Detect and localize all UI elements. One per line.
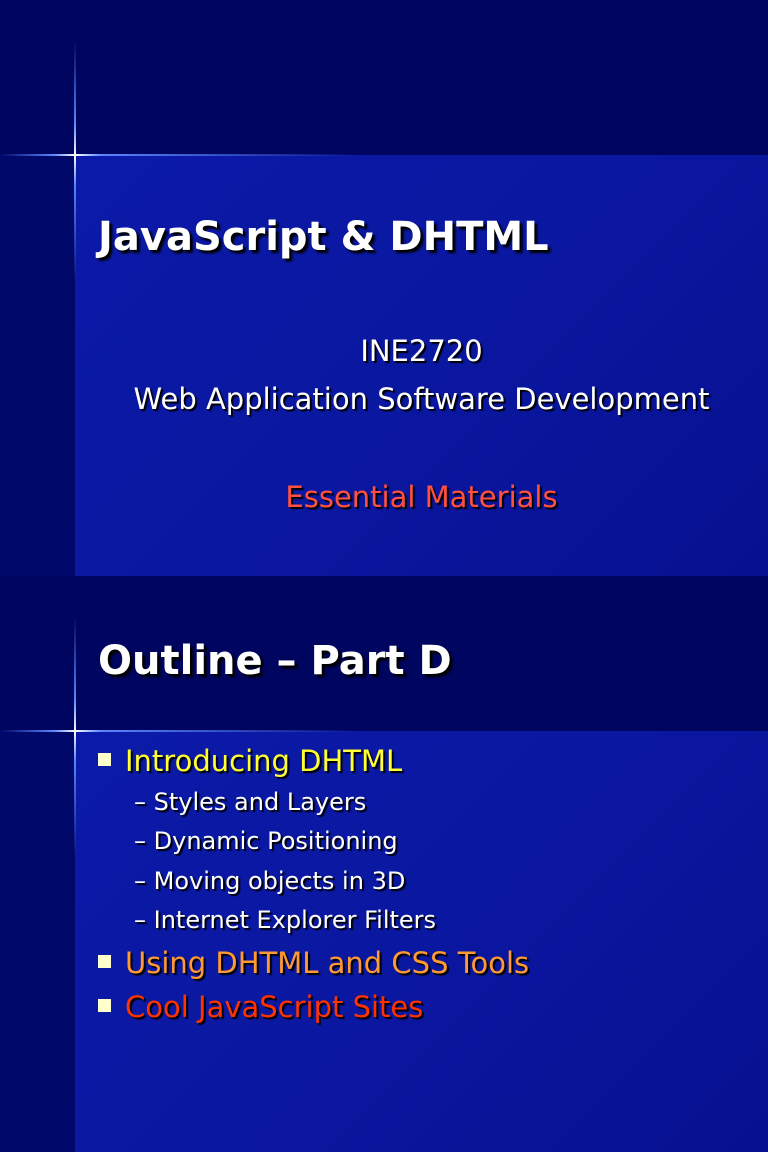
slide-title-text: Outline – Part D <box>98 638 452 684</box>
bullet-item: Introducing DHTML <box>98 744 402 778</box>
sparkle-star-icon <box>0 730 360 732</box>
slide-title-text: JavaScript & DHTML <box>98 214 549 260</box>
slide-title: JavaScript & DHTML INE2720 Web Applicati… <box>0 0 768 576</box>
sub-bullet: – Styles and Layers <box>134 788 367 816</box>
subtitle: Essential Materials <box>285 480 558 514</box>
course-name: Web Application Software Development <box>133 382 710 416</box>
course-code: INE2720 <box>360 334 483 368</box>
sparkle-star-icon-vertical <box>74 40 76 280</box>
square-bullet-icon <box>98 752 111 766</box>
bullet-label: Using DHTML and CSS Tools <box>125 946 530 980</box>
bullet-label: Cool JavaScript Sites <box>125 990 424 1024</box>
square-bullet-icon <box>98 998 111 1012</box>
bullet-label: Introducing DHTML <box>125 744 403 778</box>
sub-bullet: – Internet Explorer Filters <box>134 906 437 934</box>
bullet-item: Using DHTML and CSS Tools <box>98 946 529 980</box>
sub-bullet: – Dynamic Positioning <box>134 827 398 855</box>
slide-outline: Outline – Part D Introducing DHTML – Sty… <box>0 576 768 1152</box>
sub-bullet: – Moving objects in 3D <box>134 867 406 895</box>
header-band <box>0 0 768 155</box>
bullet-item: Cool JavaScript Sites <box>98 990 423 1024</box>
square-bullet-icon <box>98 954 111 968</box>
sparkle-star-icon-vertical <box>74 616 76 856</box>
sparkle-star-icon <box>0 154 360 156</box>
